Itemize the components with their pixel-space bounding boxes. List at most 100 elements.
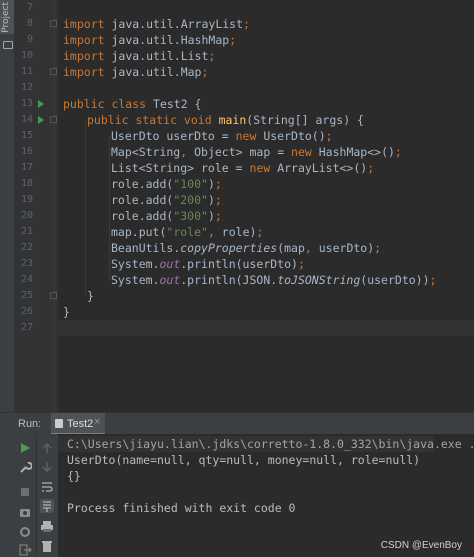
token: UserDto() xyxy=(256,129,326,143)
line-number: 14 xyxy=(20,114,33,125)
token: userDto) xyxy=(318,241,375,255)
token: role.add( xyxy=(111,193,174,207)
code-line-24[interactable]: System.out.println(JSON.toJSONString(use… xyxy=(58,272,474,288)
up-arrow-icon[interactable] xyxy=(40,441,54,455)
line-number: 24 xyxy=(20,274,33,285)
run-tab-label: Test2 xyxy=(67,418,94,430)
token: ; xyxy=(256,225,264,239)
code-line-19[interactable]: role.add("200"); xyxy=(58,192,474,208)
code-line-22[interactable]: BeanUtils.copyProperties(map, userDto); xyxy=(58,240,474,256)
code-line-13[interactable]: public class Test2 { xyxy=(58,96,474,112)
run-tab-test2[interactable]: Test2 × xyxy=(51,413,105,435)
run-icon[interactable] xyxy=(18,441,32,455)
token: "300" xyxy=(173,209,208,223)
line-number: 18 xyxy=(20,178,33,189)
token: toJSONString xyxy=(277,273,361,287)
project-tool-tab-label: Project xyxy=(1,2,11,33)
close-icon[interactable]: × xyxy=(94,416,100,428)
token: role) xyxy=(221,225,257,239)
token: ; xyxy=(214,193,222,207)
code-line-10[interactable]: import java.util.List; xyxy=(58,48,474,64)
token: } xyxy=(87,289,94,303)
token: , xyxy=(207,225,222,239)
run-label: Run: xyxy=(18,418,42,430)
token: , xyxy=(304,241,319,255)
run-tool-window-header: Run: Test2 × xyxy=(0,412,474,435)
token: ; xyxy=(374,241,382,255)
code-line-11[interactable]: import java.util.Map; xyxy=(58,64,474,80)
line-number: 15 xyxy=(20,130,33,141)
settings-icon[interactable] xyxy=(18,525,32,539)
code-line-15[interactable]: UserDto userDto = new UserDto(); xyxy=(58,128,474,144)
exit-icon[interactable] xyxy=(18,543,32,557)
code-line-17[interactable]: List<String> role = new ArrayList<>(); xyxy=(58,160,474,176)
line-number: 8 xyxy=(26,18,33,29)
token: .println(userDto) xyxy=(180,257,298,271)
fold-marker[interactable] xyxy=(50,20,57,27)
code-line-9[interactable]: import java.util.HashMap; xyxy=(58,32,474,48)
console-command-line[interactable]: C:\Users\jiayu.lian\.jdks\corretto-1.8.0… xyxy=(67,436,474,452)
line-number: 19 xyxy=(20,194,33,205)
token: new xyxy=(249,161,271,175)
token: public class xyxy=(63,97,147,111)
token: (userDto)) xyxy=(360,273,430,287)
token: (String[] args) { xyxy=(246,113,364,127)
line-number: 25 xyxy=(20,290,33,301)
code-line-16[interactable]: Map<String, Object> map = new HashMap<>(… xyxy=(58,144,474,160)
token: import xyxy=(63,33,105,47)
token: ; xyxy=(208,49,216,63)
token: ; xyxy=(229,33,237,47)
token: import xyxy=(63,65,105,79)
token: ) xyxy=(207,177,215,191)
line-number: 22 xyxy=(20,242,33,253)
console-output-line: {} xyxy=(67,469,81,483)
console-output[interactable]: C:\Users\jiayu.lian\.jdks\corretto-1.8.0… xyxy=(58,434,474,557)
line-number: 7 xyxy=(26,2,33,13)
token: "role" xyxy=(166,225,208,239)
token: UserDto userDto = xyxy=(111,129,236,143)
code-line-14[interactable]: public static void main(String[] args) { xyxy=(58,112,474,128)
run-class-icon[interactable] xyxy=(38,100,44,108)
code-line-27-current[interactable] xyxy=(58,320,474,336)
console-output-line: UserDto(name=null, qty=null, money=null,… xyxy=(67,453,421,467)
trash-icon[interactable] xyxy=(40,539,54,553)
token: java.util.ArrayList xyxy=(104,17,244,31)
project-tool-tab[interactable]: Project xyxy=(0,0,14,34)
toolbar-divider xyxy=(36,434,37,557)
print-icon[interactable] xyxy=(40,519,54,533)
token: ; xyxy=(297,257,305,271)
soft-wrap-icon[interactable] xyxy=(40,480,54,494)
code-line-20[interactable]: role.add("300"); xyxy=(58,208,474,224)
code-line-26[interactable]: } xyxy=(58,304,474,320)
stop-icon xyxy=(21,488,29,496)
code-editor[interactable]: import java.util.ArrayList; import java.… xyxy=(58,0,474,412)
code-line-25[interactable]: } xyxy=(58,288,474,304)
down-arrow-icon[interactable] xyxy=(40,460,54,474)
fold-marker[interactable] xyxy=(50,68,57,75)
watermark: CSDN @EvenBoy xyxy=(380,540,462,551)
line-number: 20 xyxy=(20,210,33,221)
folder-icon[interactable] xyxy=(3,41,13,49)
token: System. xyxy=(111,273,160,287)
project-tool-strip: Project xyxy=(0,0,15,412)
fold-marker[interactable] xyxy=(50,292,57,299)
code-line-8[interactable]: import java.util.ArrayList; xyxy=(58,16,474,32)
token: List<String> role = xyxy=(111,161,250,175)
wrench-icon[interactable] xyxy=(18,460,32,474)
scroll-to-end-icon[interactable] xyxy=(40,499,54,513)
token: HashMap<>() xyxy=(311,145,395,159)
token: ) xyxy=(207,209,215,223)
fold-marker[interactable] xyxy=(50,116,57,123)
run-main-icon[interactable] xyxy=(38,116,44,124)
code-line-18[interactable]: role.add("100"); xyxy=(58,176,474,192)
token: "200" xyxy=(173,193,208,207)
token: ) xyxy=(207,193,215,207)
line-number: 11 xyxy=(20,66,33,77)
code-line-23[interactable]: System.out.println(userDto); xyxy=(58,256,474,272)
token: java.util.List xyxy=(104,49,209,63)
camera-icon[interactable] xyxy=(18,505,32,519)
code-line-21[interactable]: map.put("role", role); xyxy=(58,224,474,240)
run-config-icon xyxy=(55,419,63,428)
token: ; xyxy=(243,17,250,31)
line-number: 9 xyxy=(26,34,33,45)
